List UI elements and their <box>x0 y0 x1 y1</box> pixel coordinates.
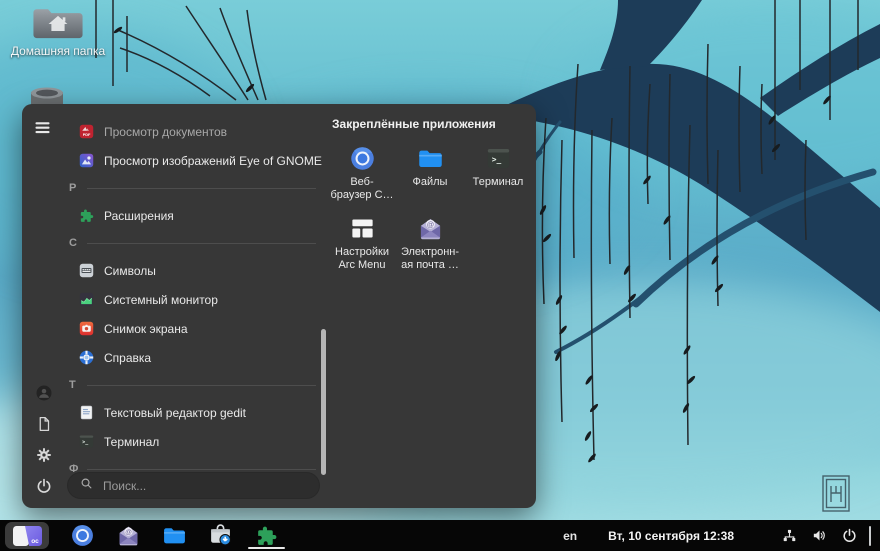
desktop-icon-label: Домашняя папка <box>8 44 108 58</box>
extensions-icon <box>78 207 95 224</box>
menu-app-gedit[interactable]: Текстовый редактор gedit <box>66 398 324 427</box>
pinned-app-label: Терминал <box>473 176 524 189</box>
pinned-app-chromium[interactable]: Веб-браузер C… <box>328 140 396 210</box>
pinned-apps-section: Закреплённые приложения Веб-браузер C… Фа… <box>328 117 530 280</box>
menu-app-monitor[interactable]: Системный монитор <box>66 285 324 314</box>
menu-app-label: Терминал <box>104 435 159 449</box>
documents-button[interactable] <box>35 415 53 433</box>
help-icon <box>78 349 95 366</box>
menu-app-help[interactable]: Справка <box>66 343 324 372</box>
screenshot-icon <box>78 320 95 337</box>
svg-text:PDF: PDF <box>83 133 91 137</box>
menu-app-eog[interactable]: Просмотр изображений Eye of GNOME <box>66 146 324 175</box>
menu-app-extensions[interactable]: Расширения <box>66 201 324 230</box>
svg-text:@: @ <box>426 220 433 229</box>
menu-app-label: Справка <box>104 351 151 365</box>
clock[interactable]: Вт, 10 сентября 12:38 <box>608 529 734 543</box>
menu-app-label: Просмотр документов <box>104 125 227 139</box>
section-divider <box>87 469 316 470</box>
pinned-app-label: Электронн-ая почта … <box>401 246 459 272</box>
evince-icon: PDF <box>78 123 95 140</box>
pinned-app-arcmenu[interactable]: НастройкиArc Menu <box>328 210 396 280</box>
section-divider <box>87 188 316 189</box>
characters-icon <box>78 262 95 279</box>
taskbar-right: en Вт, 10 сентября 12:38 <box>563 526 880 546</box>
section-letter: Р <box>69 182 78 194</box>
taskbar-app-chromium[interactable] <box>70 521 95 550</box>
taskbar-left: ос @ <box>0 521 279 550</box>
taskbar: ос @ en Вт, 10 сентября 12:38 <box>0 520 880 551</box>
search-box[interactable] <box>67 472 320 499</box>
email-icon: @ <box>417 215 444 242</box>
terminal-icon: >_ <box>485 145 512 172</box>
menu-app-label: Текстовый редактор gedit <box>104 406 246 420</box>
network-icon[interactable] <box>781 527 798 544</box>
keyboard-layout-indicator[interactable]: en <box>563 529 577 543</box>
pinned-app-label: НастройкиArc Menu <box>335 246 389 272</box>
taskbar-apps: @ <box>70 521 279 550</box>
desktop: Домашняя папка PDF Просмотр документов Про… <box>0 0 880 551</box>
section-letter: Т <box>69 379 78 391</box>
menu-app-label: Снимок экрана <box>104 322 188 336</box>
pinned-app-label: Файлы <box>413 176 448 189</box>
section-divider <box>87 385 316 386</box>
os-logo-text: ос <box>31 538 39 545</box>
hamburger-menu-icon[interactable] <box>32 117 53 138</box>
svg-text:>_: >_ <box>82 440 88 446</box>
section-header: Т <box>66 372 324 398</box>
section-letter: С <box>69 237 78 249</box>
pinned-app-email[interactable]: @ Электронн-ая почта … <box>396 210 464 280</box>
app-list: PDF Просмотр документов Просмотр изображен… <box>66 117 324 482</box>
eog-icon <box>78 152 95 169</box>
gedit-icon <box>78 404 95 421</box>
section-header: С <box>66 230 324 256</box>
home-folder-icon <box>8 6 108 40</box>
desktop-icon-home[interactable]: Домашняя папка <box>8 6 108 58</box>
menu-app-label: Системный монитор <box>104 293 218 307</box>
pinned-app-label: Веб-браузер C… <box>330 176 393 202</box>
menu-app-label: Просмотр изображений Eye of GNOME <box>104 154 322 168</box>
power-button[interactable] <box>35 477 53 495</box>
taskbar-app-software[interactable] <box>208 521 233 550</box>
running-indicator <box>248 547 285 549</box>
terminal-icon: >_ <box>78 433 95 450</box>
section-header: Р <box>66 175 324 201</box>
taskbar-app-files[interactable] <box>162 521 187 550</box>
taskbar-app-extensions[interactable] <box>254 521 279 550</box>
menu-app-screenshot[interactable]: Снимок экрана <box>66 314 324 343</box>
sidebar-shortcuts <box>22 384 66 495</box>
monitor-icon <box>78 291 95 308</box>
arcmenu-button[interactable]: ос <box>5 522 49 549</box>
scrollbar-thumb[interactable] <box>321 329 326 475</box>
arc-menu: PDF Просмотр документов Просмотр изображен… <box>22 104 536 508</box>
panel-edge[interactable] <box>869 526 871 546</box>
menu-app-label: Расширения <box>104 209 174 223</box>
section-divider <box>87 243 316 244</box>
settings-gear-icon[interactable] <box>35 446 53 464</box>
svg-text:>_: >_ <box>491 155 501 164</box>
pinned-app-terminal[interactable]: >_ Терминал <box>464 140 532 210</box>
menu-app-label: Символы <box>104 264 156 278</box>
arcmenu-icon <box>349 215 376 242</box>
menu-app-terminal[interactable]: >_ Терминал <box>66 427 324 456</box>
files-icon <box>417 145 444 172</box>
taskbar-app-email[interactable]: @ <box>116 521 141 550</box>
pinned-app-files[interactable]: Файлы <box>396 140 464 210</box>
svg-text:@: @ <box>125 529 132 536</box>
search-icon <box>79 476 94 496</box>
pinned-apps-grid: Веб-браузер C… Файлы >_ Терминал НастройкиAr… <box>328 140 530 280</box>
pinned-apps-title: Закреплённые приложения <box>328 117 530 131</box>
menu-app-characters[interactable]: Символы <box>66 256 324 285</box>
user-avatar-button[interactable] <box>35 384 53 402</box>
menu-app-evince[interactable]: PDF Просмотр документов <box>66 117 324 146</box>
volume-icon[interactable] <box>811 527 828 544</box>
search-input[interactable] <box>101 478 308 494</box>
power-icon[interactable] <box>841 527 858 544</box>
chromium-icon <box>349 145 376 172</box>
